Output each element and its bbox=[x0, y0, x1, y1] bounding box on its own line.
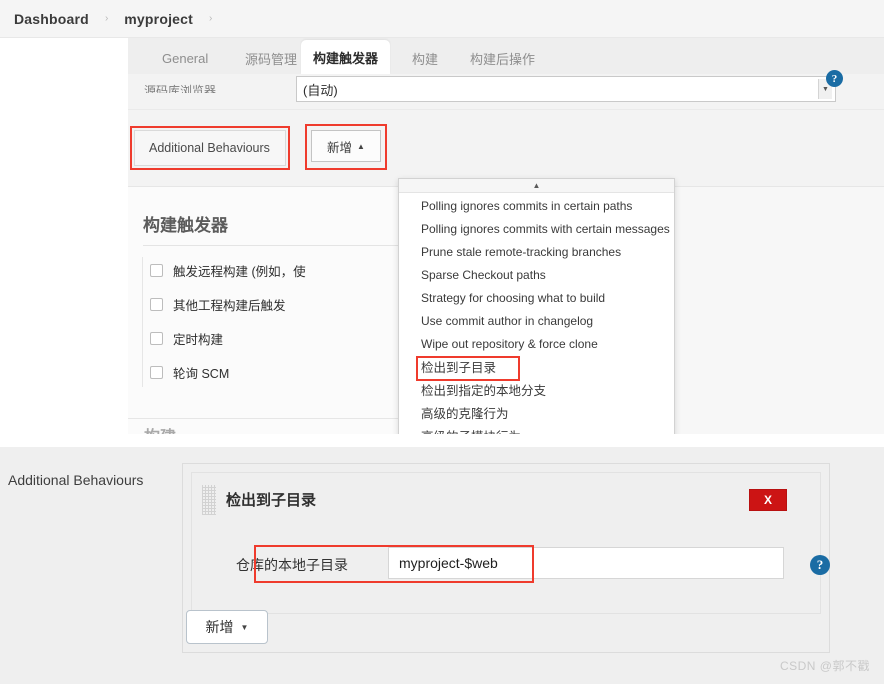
breadcrumb-separator-icon-2: › bbox=[209, 12, 213, 24]
scm-browser-select[interactable]: (自动) ▼ bbox=[296, 76, 836, 102]
trigger-checkbox-list: 触发远程构建 (例如，使 其他工程构建后触发 定时构建 轮询 SCM bbox=[128, 253, 428, 389]
dropdown-item-advanced-submodule-behaviours[interactable]: 高级的子模块行为 bbox=[399, 424, 674, 434]
watermark: CSDN @郭不戳 bbox=[779, 659, 870, 673]
breadcrumb-item-myproject[interactable]: myproject bbox=[124, 11, 193, 27]
scm-browser-value: (自动) bbox=[303, 83, 338, 98]
checkbox-remote-trigger[interactable] bbox=[150, 263, 163, 277]
behaviour-card: 检出到子目录 仓库的本地子目录 myproject-$web ? bbox=[191, 472, 830, 614]
checkbox-label-poll-scm: 轮询 SCM bbox=[173, 366, 230, 381]
dropdown-item-list: Polling ignores commits in certain paths… bbox=[399, 194, 674, 434]
config-tabbar: General 源码管理 构建触发器 构建 构建后操作 bbox=[128, 38, 884, 74]
checkbox-row-upstream-project[interactable]: 其他工程构建后触发 bbox=[128, 287, 428, 321]
dropdown-item-sparse-checkout-paths[interactable]: Sparse Checkout paths bbox=[399, 263, 674, 286]
add-behaviour-button-bottom[interactable]: 新增 ▼ bbox=[186, 610, 268, 644]
tab-post-build-actions[interactable]: 构建后操作 bbox=[458, 42, 547, 74]
breadcrumb: Dashboard › myproject › bbox=[0, 0, 884, 38]
config-left-strip bbox=[110, 38, 128, 434]
dropdown-item-checkout-to-local-branch[interactable]: 检出到指定的本地分支 bbox=[399, 378, 674, 401]
behaviours-dropdown-menu[interactable]: ▲ Polling ignores commits in certain pat… bbox=[398, 178, 675, 434]
checkbox-poll-scm[interactable] bbox=[150, 365, 163, 379]
checkbox-label-timer-build: 定时构建 bbox=[173, 332, 224, 347]
build-section-title: 构建 bbox=[144, 423, 176, 434]
checkbox-label-upstream-project: 其他工程构建后触发 bbox=[173, 298, 286, 313]
scm-browser-label: 源码库浏览器 bbox=[144, 84, 217, 93]
dropdown-item-polling-ignores-paths[interactable]: Polling ignores commits in certain paths bbox=[399, 194, 674, 217]
checkbox-row-poll-scm[interactable]: 轮询 SCM bbox=[128, 355, 428, 389]
breadcrumb-item-dashboard[interactable]: Dashboard bbox=[14, 11, 89, 27]
dropdown-item-strategy-choosing-build[interactable]: Strategy for choosing what to build bbox=[399, 286, 674, 309]
checkbox-label-remote-trigger: 触发远程构建 (例如，使 bbox=[173, 264, 306, 279]
dropdown-scroll-up-icon[interactable]: ▲ bbox=[399, 179, 674, 193]
checkbox-timer-build[interactable] bbox=[150, 331, 163, 345]
additional-behaviours-label: Additional Behaviours bbox=[134, 130, 286, 166]
scm-browser-row: 源码库浏览器 (自动) ▼ bbox=[128, 74, 884, 110]
add-behaviour-button[interactable]: 新增 ▲ bbox=[311, 130, 381, 162]
dropdown-item-commit-author-changelog[interactable]: Use commit author in changelog bbox=[399, 309, 674, 332]
section-divider bbox=[143, 245, 408, 246]
caret-down-icon: ▼ bbox=[240, 622, 249, 632]
dropdown-item-wipe-out-repository[interactable]: Wipe out repository & force clone bbox=[399, 332, 674, 355]
help-icon-local-subdirectory[interactable]: ? bbox=[810, 555, 830, 575]
config-body: General 源码管理 构建触发器 构建 构建后操作 源码库浏览器 (自动) … bbox=[110, 38, 884, 434]
caret-up-icon: ▲ bbox=[357, 141, 365, 151]
add-behaviour-button-bottom-label: 新增 bbox=[205, 619, 234, 635]
dropdown-item-checkout-to-subdirectory[interactable]: 检出到子目录 bbox=[399, 355, 674, 381]
tab-build-triggers[interactable]: 构建触发器 bbox=[301, 40, 391, 74]
tab-source-management[interactable]: 源码管理 bbox=[233, 42, 309, 74]
build-triggers-pane: 构建触发器 触发远程构建 (例如，使 其他工程构建后触发 定时构建 轮询 SCM bbox=[128, 186, 428, 434]
checkbox-row-remote-trigger[interactable]: 触发远程构建 (例如，使 bbox=[128, 253, 428, 287]
additional-behaviours-row: Additional Behaviours 新增 ▲ bbox=[128, 110, 884, 186]
detail-panel-label: Additional Behaviours bbox=[8, 472, 144, 488]
detail-panel: 检出到子目录 仓库的本地子目录 myproject-$web ? X bbox=[182, 463, 830, 653]
screenshot-root: Dashboard › myproject › General 源码管理 构建触… bbox=[0, 0, 884, 684]
checkbox-row-timer-build[interactable]: 定时构建 bbox=[128, 321, 428, 355]
build-section: 构建 保存 bbox=[128, 418, 428, 434]
tab-general[interactable]: General bbox=[150, 42, 220, 74]
behaviour-card-title: 检出到子目录 bbox=[226, 492, 317, 509]
page-title: 构建触发器 bbox=[143, 216, 228, 235]
close-button[interactable]: X bbox=[749, 489, 787, 511]
drag-handle-icon[interactable] bbox=[202, 485, 216, 515]
highlight-box-local-subdirectory bbox=[254, 545, 534, 583]
behaviour-detail-screenshot: Additional Behaviours 检出到子目录 仓库的本地子目录 my… bbox=[0, 447, 884, 684]
checkbox-upstream-project[interactable] bbox=[150, 297, 163, 311]
add-behaviour-button-label: 新增 bbox=[327, 140, 353, 155]
help-icon-scm-browser[interactable]: ? bbox=[826, 70, 843, 87]
screenshot-gap bbox=[0, 434, 884, 447]
dropdown-item-polling-ignores-messages[interactable]: Polling ignores commits with certain mes… bbox=[399, 217, 674, 240]
dropdown-item-prune-stale-branches[interactable]: Prune stale remote-tracking branches bbox=[399, 240, 674, 263]
breadcrumb-separator-icon: › bbox=[104, 12, 109, 24]
tab-build[interactable]: 构建 bbox=[400, 42, 450, 74]
jenkins-config-screenshot: Dashboard › myproject › General 源码管理 构建触… bbox=[0, 0, 884, 434]
dropdown-item-advanced-clone-behaviours[interactable]: 高级的克隆行为 bbox=[399, 401, 674, 424]
